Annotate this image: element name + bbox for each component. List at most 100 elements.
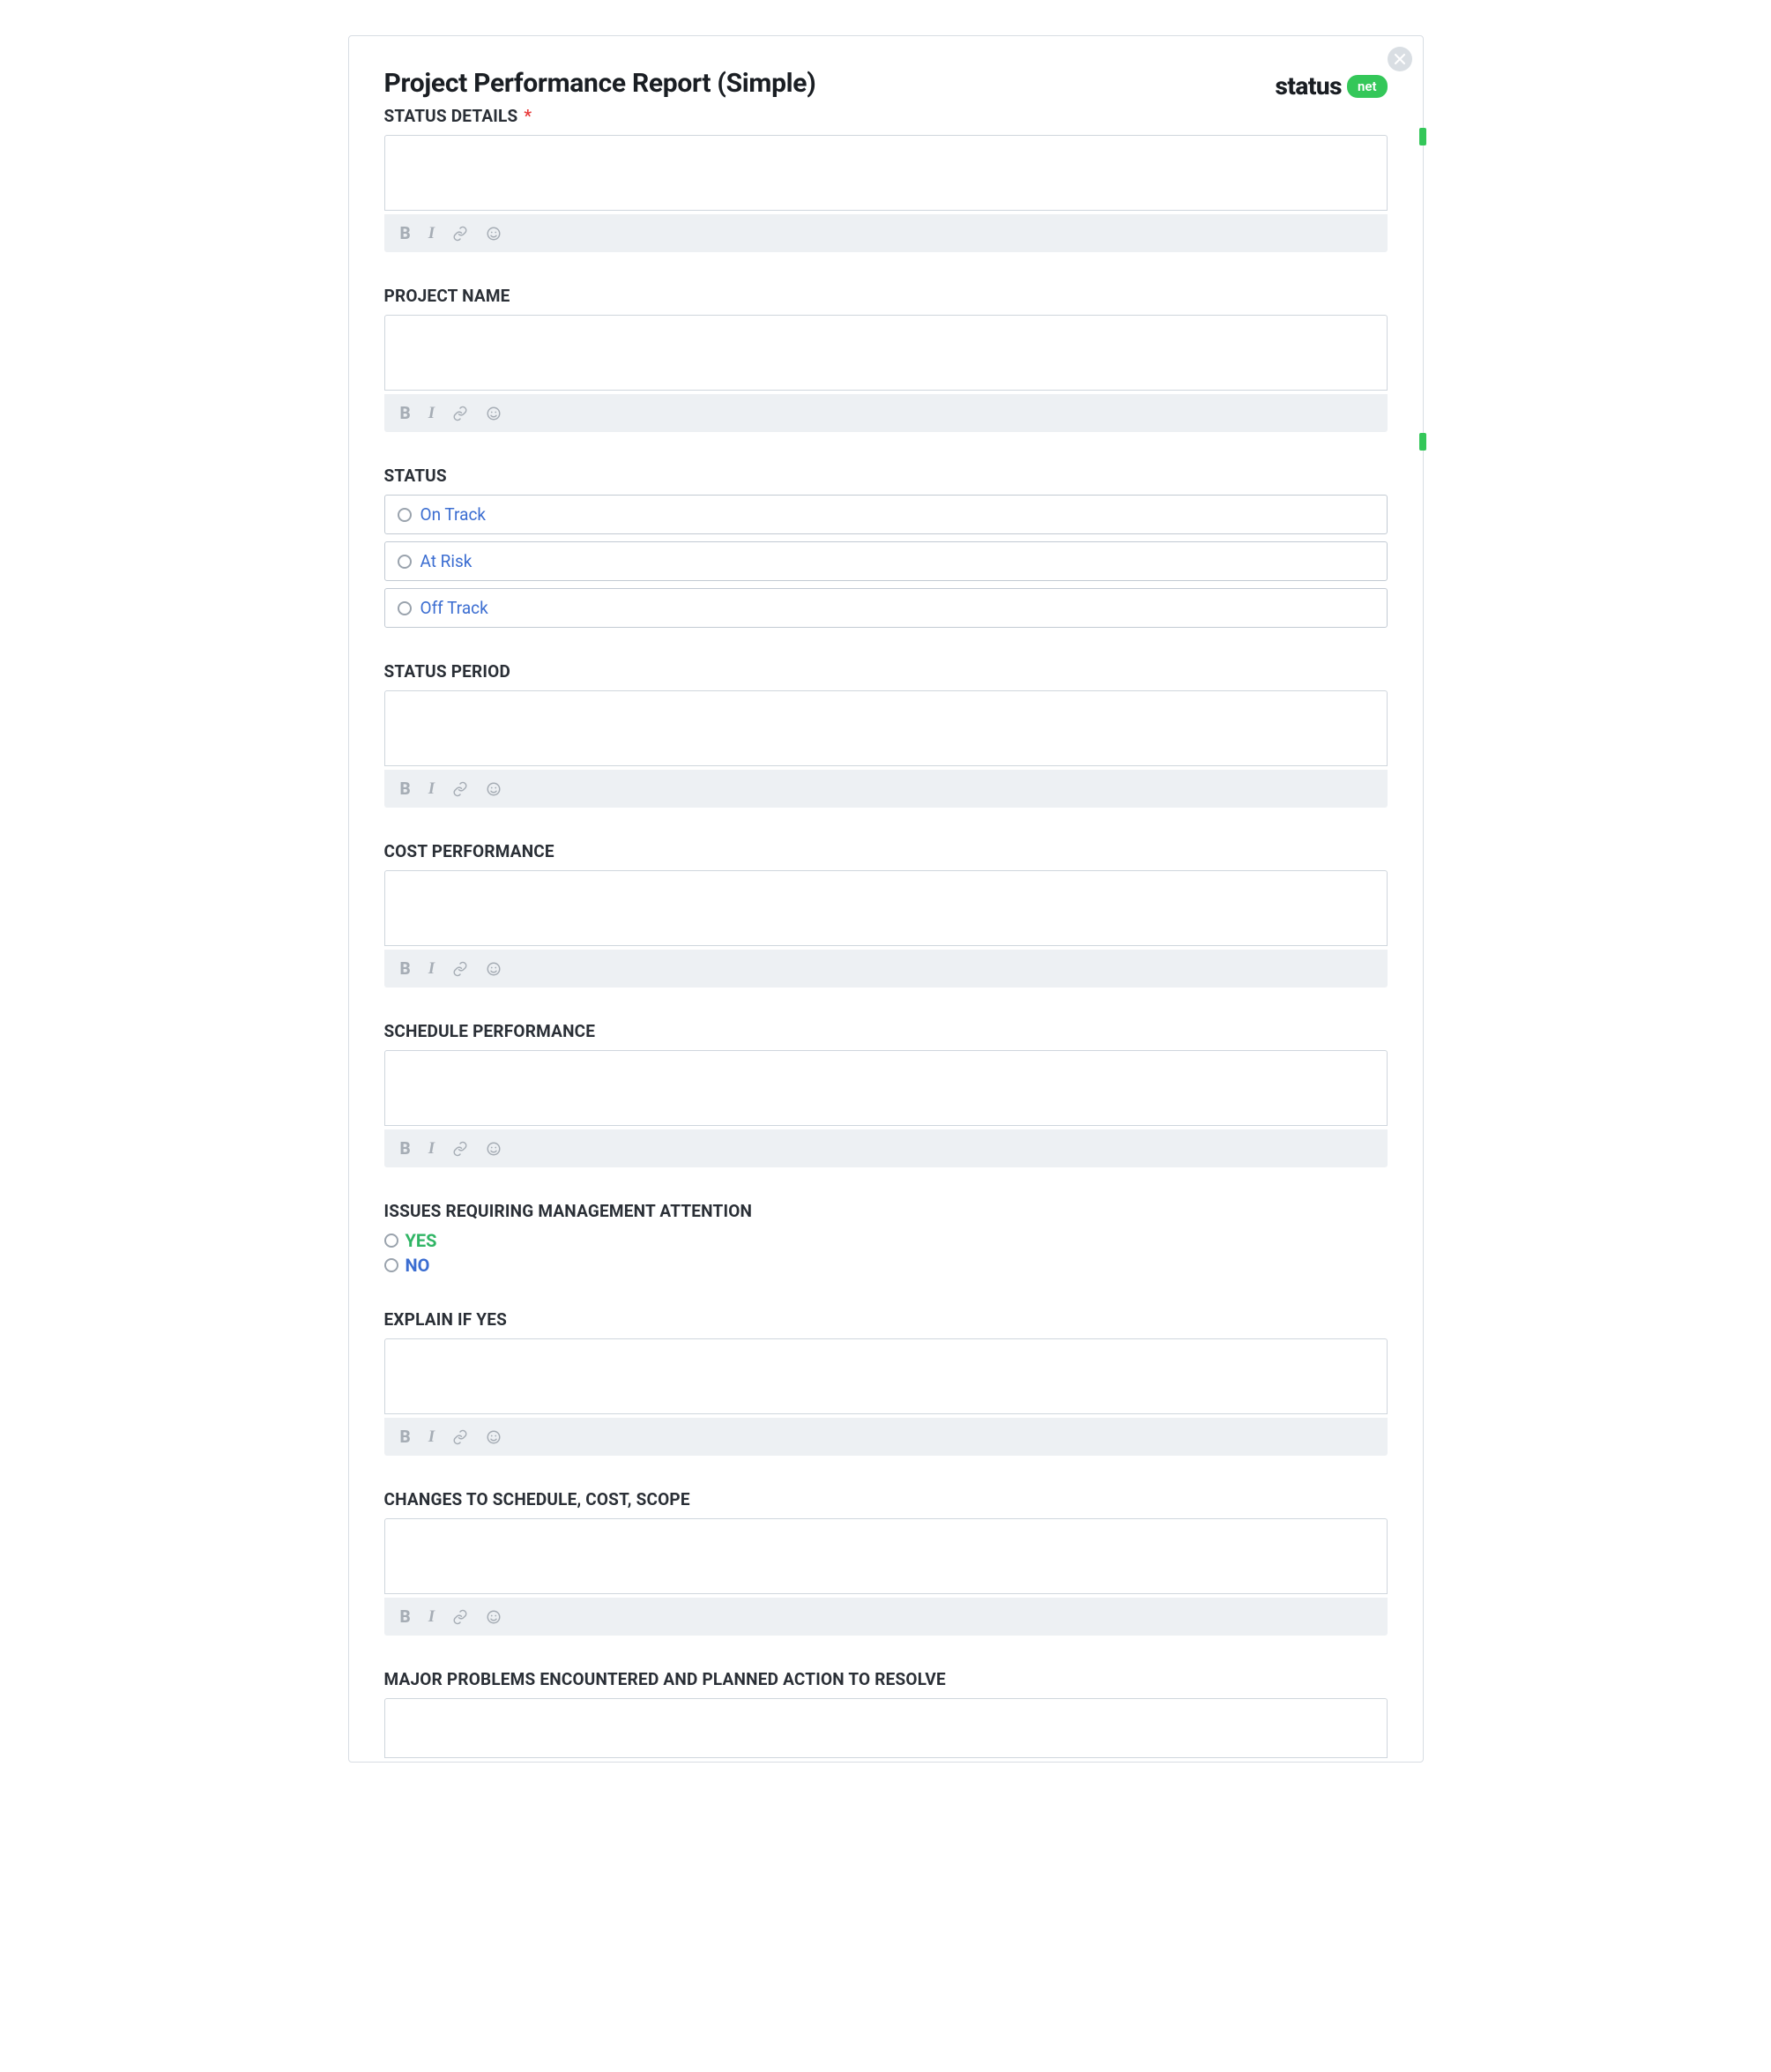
label-project-name: PROJECT NAME [384, 286, 1388, 306]
radio-issues-no-label: NO [406, 1255, 430, 1276]
header: Project Performance Report (Simple) stat… [384, 68, 1388, 101]
brand-net-badge: net [1347, 75, 1388, 98]
emoji-icon [486, 1609, 502, 1625]
section-status: STATUS On Track At Risk Off Track [384, 466, 1388, 628]
link-icon [452, 226, 468, 242]
italic-button[interactable]: I [428, 404, 435, 423]
link-button[interactable] [452, 781, 468, 797]
link-button[interactable] [452, 1609, 468, 1625]
radio-on-track-label: On Track [420, 504, 487, 525]
radio-at-risk-input[interactable] [398, 555, 412, 569]
input-project-name[interactable] [384, 315, 1388, 391]
link-icon [452, 781, 468, 797]
radio-issues-yes-input[interactable] [384, 1234, 398, 1248]
section-schedule-performance: SCHEDULE PERFORMANCE B I [384, 1021, 1388, 1167]
emoji-button[interactable] [486, 961, 502, 977]
bold-button[interactable]: B [400, 1138, 411, 1159]
close-icon [1395, 54, 1405, 64]
emoji-button[interactable] [486, 781, 502, 797]
link-icon [452, 1609, 468, 1625]
emoji-button[interactable] [486, 406, 502, 421]
link-button[interactable] [452, 406, 468, 421]
label-schedule-performance: SCHEDULE PERFORMANCE [384, 1021, 1388, 1041]
section-project-name: PROJECT NAME B I [384, 286, 1388, 432]
link-icon [452, 406, 468, 421]
emoji-icon [486, 961, 502, 977]
radio-issues-yes[interactable]: YES [384, 1230, 1388, 1251]
bold-button[interactable]: B [400, 223, 411, 243]
input-cost-performance[interactable] [384, 870, 1388, 946]
input-major-problems[interactable] [384, 1698, 1388, 1758]
italic-button[interactable]: I [428, 1607, 435, 1627]
link-icon [452, 1429, 468, 1445]
label-status-period: STATUS PERIOD [384, 661, 1388, 682]
emoji-icon [486, 1141, 502, 1157]
bold-button[interactable]: B [400, 958, 411, 979]
section-status-period: STATUS PERIOD B I [384, 661, 1388, 808]
radio-on-track-input[interactable] [398, 508, 412, 522]
italic-button[interactable]: I [428, 959, 435, 979]
modal: Project Performance Report (Simple) stat… [348, 35, 1424, 1763]
label-cost-performance: COST PERFORMANCE [384, 841, 1388, 861]
emoji-button[interactable] [486, 1609, 502, 1625]
link-button[interactable] [452, 961, 468, 977]
bold-button[interactable]: B [400, 403, 411, 423]
side-strip-2 [1419, 433, 1426, 451]
radio-on-track[interactable]: On Track [384, 495, 1388, 534]
link-button[interactable] [452, 1429, 468, 1445]
radio-issues-yes-label: YES [406, 1230, 437, 1251]
radio-at-risk-label: At Risk [420, 551, 473, 571]
emoji-icon [486, 781, 502, 797]
required-marker: * [524, 106, 532, 126]
input-status-period[interactable] [384, 690, 1388, 766]
toolbar-project-name: B I [384, 394, 1388, 432]
italic-button[interactable]: I [428, 224, 435, 243]
link-icon [452, 1141, 468, 1157]
section-explain: EXPLAIN IF YES B I [384, 1309, 1388, 1456]
link-button[interactable] [452, 1141, 468, 1157]
section-changes: CHANGES TO SCHEDULE, COST, SCOPE B I [384, 1489, 1388, 1636]
emoji-button[interactable] [486, 226, 502, 242]
emoji-button[interactable] [486, 1429, 502, 1445]
toolbar-changes: B I [384, 1598, 1388, 1636]
section-major-problems: MAJOR PROBLEMS ENCOUNTERED AND PLANNED A… [384, 1669, 1388, 1762]
toolbar-cost-performance: B I [384, 950, 1388, 988]
toolbar-status-period: B I [384, 770, 1388, 808]
close-button[interactable] [1388, 47, 1412, 71]
emoji-button[interactable] [486, 1141, 502, 1157]
input-explain[interactable] [384, 1338, 1388, 1414]
radio-off-track[interactable]: Off Track [384, 588, 1388, 628]
label-changes: CHANGES TO SCHEDULE, COST, SCOPE [384, 1489, 1388, 1509]
toolbar-explain: B I [384, 1418, 1388, 1456]
label-status: STATUS [384, 466, 1388, 486]
section-cost-performance: COST PERFORMANCE B I [384, 841, 1388, 988]
emoji-icon [486, 226, 502, 242]
page-title: Project Performance Report (Simple) [384, 68, 816, 99]
radio-issues-no[interactable]: NO [384, 1255, 1388, 1276]
italic-button[interactable]: I [428, 1427, 435, 1447]
label-issues: ISSUES REQUIRING MANAGEMENT ATTENTION [384, 1201, 1388, 1221]
section-issues: ISSUES REQUIRING MANAGEMENT ATTENTION YE… [384, 1201, 1388, 1276]
emoji-icon [486, 406, 502, 421]
radio-at-risk[interactable]: At Risk [384, 541, 1388, 581]
link-button[interactable] [452, 226, 468, 242]
brand-status-text: status [1275, 71, 1342, 101]
input-status-details[interactable] [384, 135, 1388, 211]
brand-logo: status net [1275, 68, 1387, 101]
toolbar-status-details: B I [384, 214, 1388, 252]
input-changes[interactable] [384, 1518, 1388, 1594]
bold-button[interactable]: B [400, 1427, 411, 1447]
input-schedule-performance[interactable] [384, 1050, 1388, 1126]
link-icon [452, 961, 468, 977]
bold-button[interactable]: B [400, 779, 411, 799]
toolbar-schedule-performance: B I [384, 1129, 1388, 1167]
side-strip-1 [1419, 128, 1426, 145]
bold-button[interactable]: B [400, 1606, 411, 1627]
italic-button[interactable]: I [428, 779, 435, 799]
radio-issues-no-input[interactable] [384, 1258, 398, 1272]
label-explain: EXPLAIN IF YES [384, 1309, 1388, 1330]
italic-button[interactable]: I [428, 1139, 435, 1159]
radio-off-track-input[interactable] [398, 601, 412, 615]
section-status-details: STATUS DETAILS * B I [384, 106, 1388, 252]
label-major-problems: MAJOR PROBLEMS ENCOUNTERED AND PLANNED A… [384, 1669, 1388, 1689]
